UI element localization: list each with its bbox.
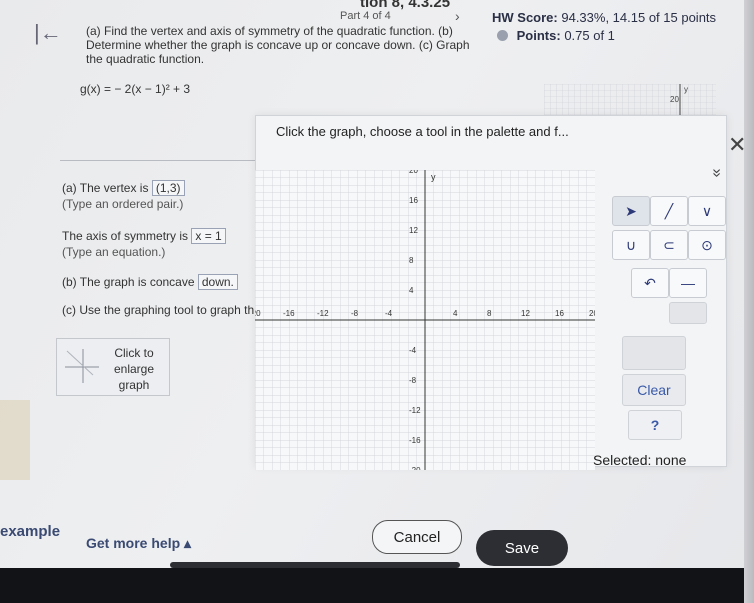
y-tick-label: -16 xyxy=(409,436,421,445)
points: Points: 0.75 of 1 xyxy=(497,28,615,43)
x-tick-label: -12 xyxy=(317,309,329,318)
selected-tool-status: Selected: none xyxy=(593,452,687,468)
graph-thumbnail[interactable]: Click to enlarge graph xyxy=(56,338,170,396)
x-tick-label: 20 xyxy=(589,309,595,318)
screen-bezel xyxy=(0,568,754,603)
points-value: 0.75 of 1 xyxy=(564,28,615,43)
y-tick-label: -4 xyxy=(409,346,417,355)
get-more-help-link[interactable]: Get more help ▴ xyxy=(86,535,191,552)
enlarge-label: Click to enlarge graph xyxy=(113,346,155,392)
dash-icon[interactable]: — xyxy=(669,268,707,298)
question-text: (a) Find the vertex and axis of symmetry… xyxy=(86,24,470,66)
glare-region xyxy=(0,400,30,480)
y-tick-label: 20 xyxy=(409,170,418,175)
concavity-answer[interactable]: down. xyxy=(197,274,238,290)
parabola-up-icon[interactable]: ∨ xyxy=(688,196,726,226)
screen-edge xyxy=(744,0,754,603)
x-tick-label: 8 xyxy=(487,309,492,318)
graph-instruction: (c) Use the graphing tool to graph th xyxy=(62,303,255,317)
tool-palette: ➤ ╱ ∨ ∪ ⊂ ⊙ ↶ — xyxy=(612,196,726,324)
y-axis-label: y xyxy=(431,172,436,182)
vertex-answer[interactable]: (1,3) xyxy=(151,180,185,196)
dialog-title: Click the graph, choose a tool in the pa… xyxy=(276,124,569,139)
mini-y-label: y xyxy=(684,85,688,94)
chevron-right-icon[interactable]: › xyxy=(455,8,460,24)
help-button[interactable]: ? xyxy=(628,410,682,440)
axis-hint: (Type an equation.) xyxy=(62,245,166,259)
y-tick-label: 16 xyxy=(409,196,418,205)
mini-y-tick: 20 xyxy=(670,95,679,104)
points-label: Points: xyxy=(516,28,561,43)
quadratic-function: g(x) = − 2(x − 1)² + 3 xyxy=(80,82,191,96)
divider xyxy=(60,160,260,161)
hw-score: HW Score: 94.33%, 14.15 of 15 points xyxy=(492,10,716,25)
axis-label: The axis of symmetry is xyxy=(62,229,189,243)
x-tick-label: -4 xyxy=(385,309,393,318)
y-tick-label: -8 xyxy=(409,376,417,385)
x-tick-label: 4 xyxy=(453,309,458,318)
y-tick-label: -12 xyxy=(409,406,421,415)
status-icon xyxy=(497,30,508,41)
x-tick-label: -8 xyxy=(351,309,359,318)
clear-button[interactable]: Clear xyxy=(622,374,686,406)
axis-answer[interactable]: x = 1 xyxy=(191,228,226,244)
back-to-first-icon[interactable]: |← xyxy=(34,20,62,46)
x-tick-label: 16 xyxy=(555,309,564,318)
answers-panel: (a) The vertex is (1,3) (Type an ordered… xyxy=(62,180,255,326)
concavity-label: (b) The graph is concave xyxy=(62,275,195,289)
line-icon[interactable]: ╱ xyxy=(650,196,688,226)
palette-blank-button[interactable] xyxy=(669,302,707,324)
y-tick-label: 4 xyxy=(409,286,414,295)
x-tick-label: -16 xyxy=(283,309,295,318)
hw-score-value: 94.33%, 14.15 of 15 points xyxy=(561,10,717,25)
example-link[interactable]: example xyxy=(0,523,60,540)
curve-icon[interactable]: ⊂ xyxy=(650,230,688,260)
parabola-open-icon[interactable]: ∪ xyxy=(612,230,650,260)
palette-empty-slot[interactable] xyxy=(622,336,686,370)
coordinate-graph[interactable]: y -20 -16 -12 -8 -4 4 8 12 16 20 20 16 12 8 4 -4 -8 -12 -… xyxy=(255,170,595,470)
y-tick-label: 8 xyxy=(409,256,414,265)
x-tick-label: 12 xyxy=(521,309,530,318)
y-tick-label: -20 xyxy=(409,466,421,470)
cancel-button[interactable]: Cancel xyxy=(372,520,462,554)
y-tick-label: 12 xyxy=(409,226,418,235)
vertex-label: (a) The vertex is xyxy=(62,181,149,195)
save-button[interactable]: Save xyxy=(476,530,568,566)
chevron-double-right-icon[interactable]: » xyxy=(707,169,725,178)
x-tick-label: -20 xyxy=(255,309,261,318)
pointer-icon[interactable]: ➤ xyxy=(612,196,650,226)
circle-icon[interactable]: ⊙ xyxy=(688,230,726,260)
part-label: Part 4 of 4 xyxy=(340,10,391,22)
undo-icon[interactable]: ↶ xyxy=(631,268,669,298)
vertex-hint: (Type an ordered pair.) xyxy=(62,197,184,211)
thumbnail-graph-icon xyxy=(65,349,99,383)
hw-score-label: HW Score: xyxy=(492,10,558,25)
